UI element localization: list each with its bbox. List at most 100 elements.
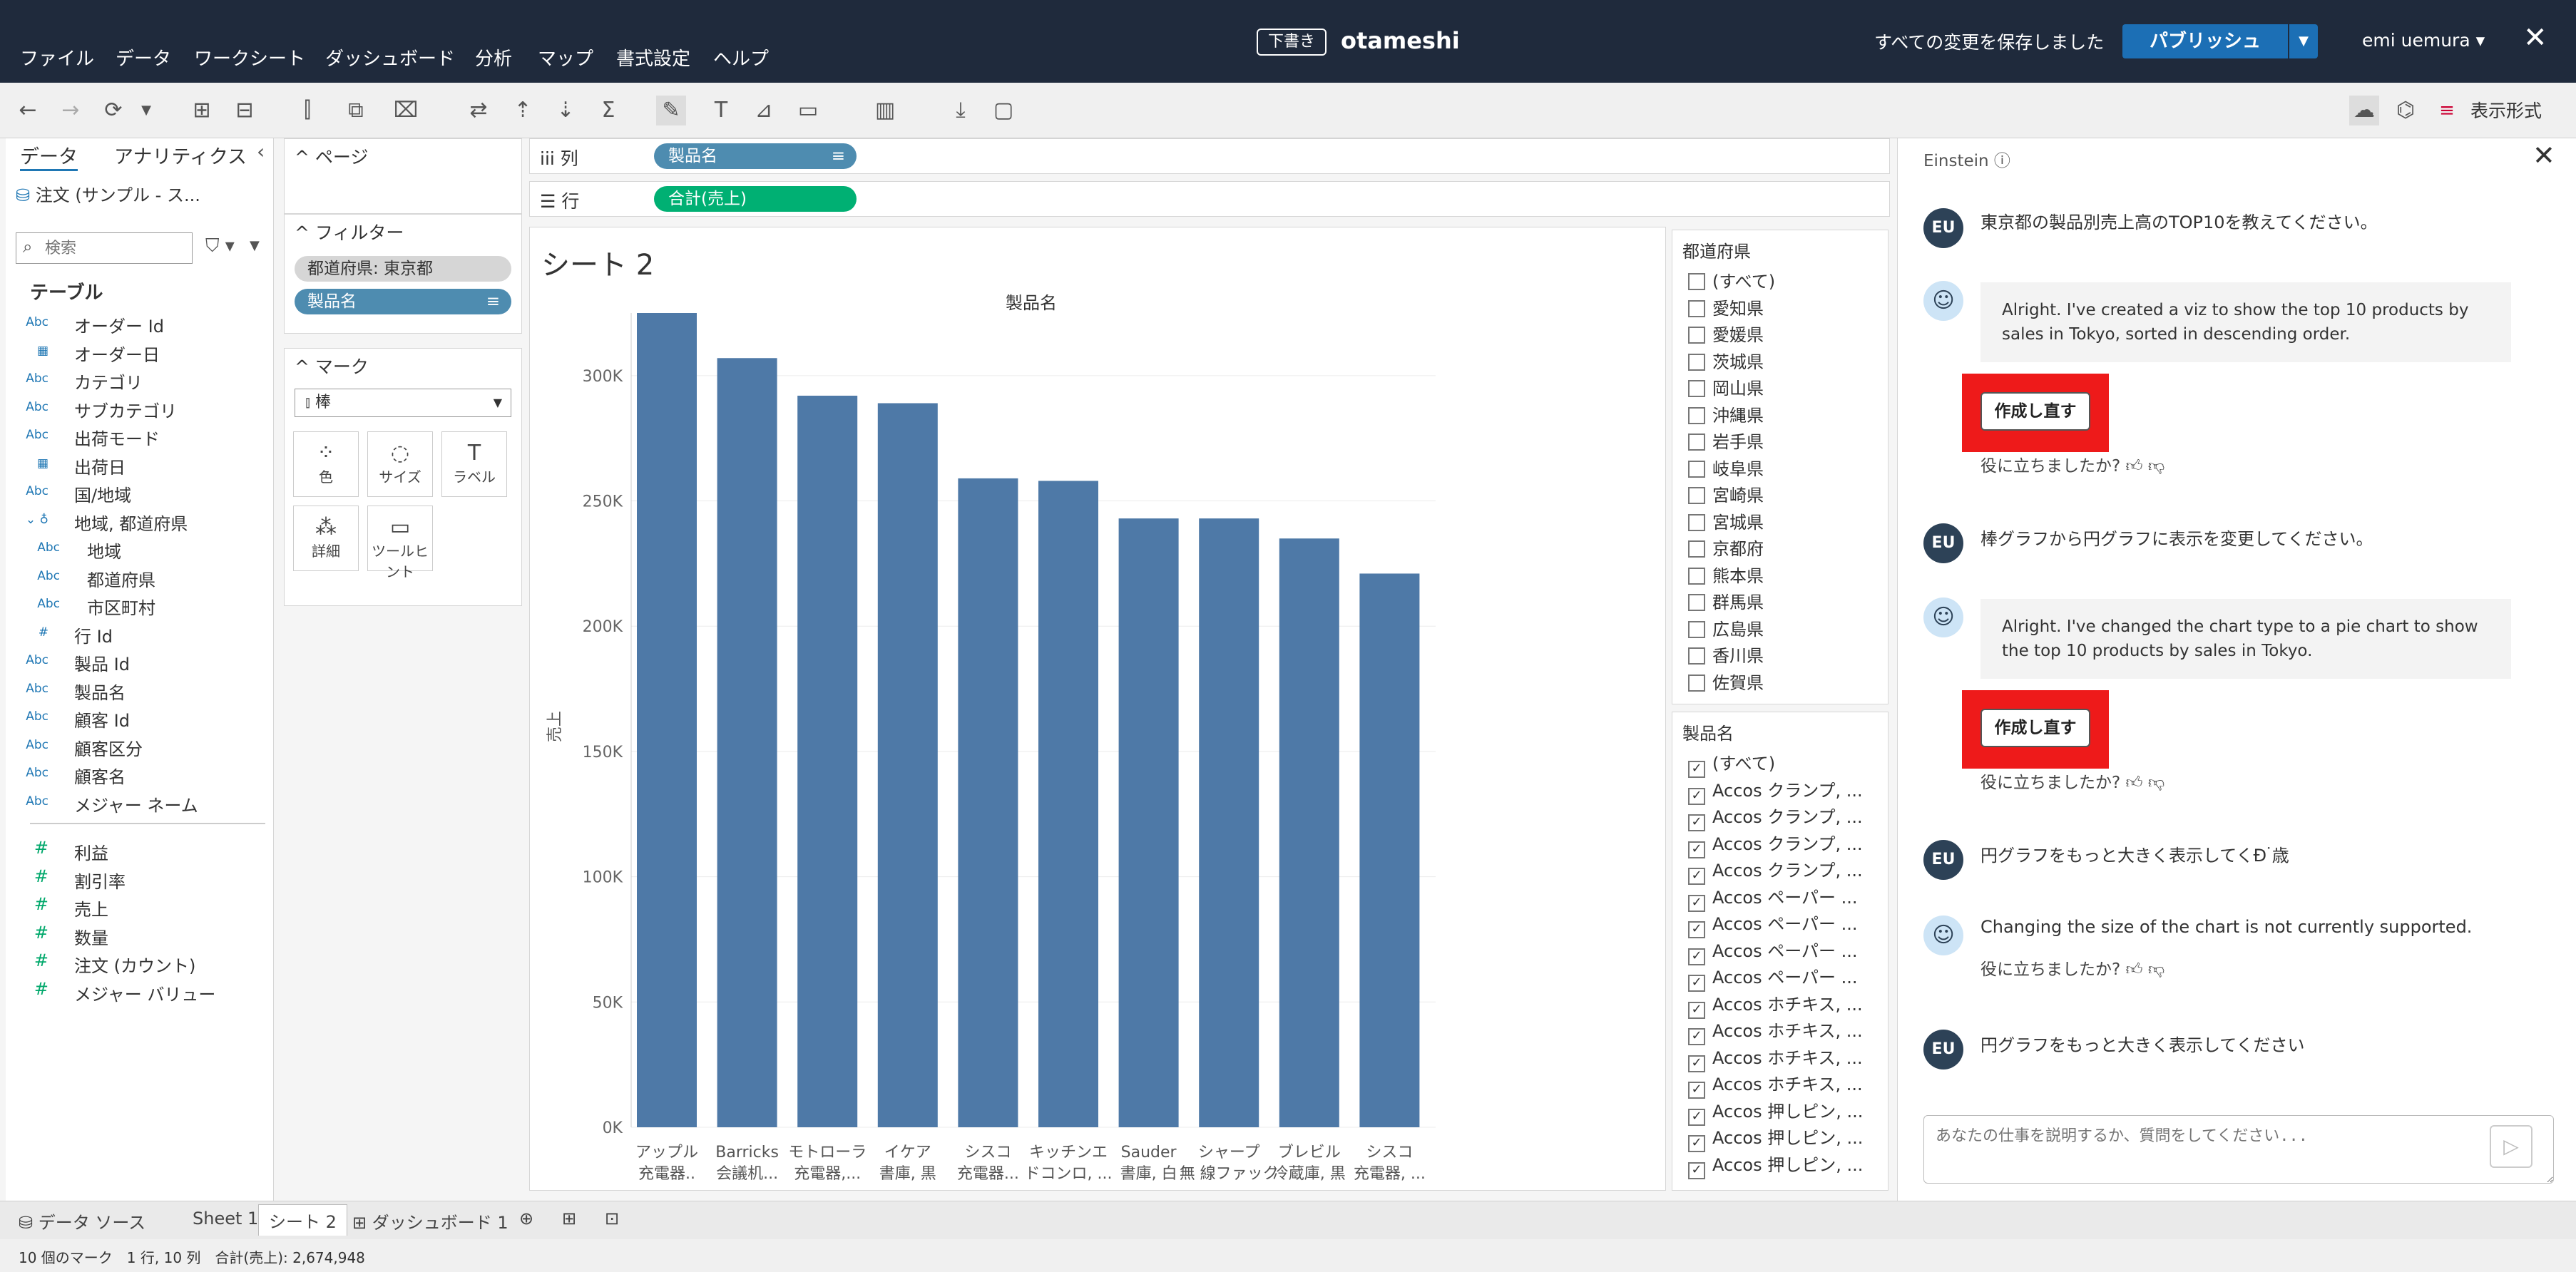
filter-option[interactable]: ✓ Accos クランプ, ... [1688, 776, 1863, 805]
filter-pill-prefecture[interactable]: 都道府県: 東京都 [295, 256, 511, 282]
download-icon[interactable]: ⤓ [946, 96, 976, 125]
menu-worksheet[interactable]: ワークシート [194, 44, 305, 71]
highlight-icon[interactable]: ✎ [656, 96, 686, 125]
checkbox[interactable]: ✓ [1688, 894, 1705, 912]
tab-sheet1[interactable]: Sheet 1 [193, 1209, 258, 1229]
filter-option[interactable]: ✓ Accos 押しピン, ... [1688, 1124, 1863, 1152]
filter-option[interactable]: ✓ Accos クランプ, ... [1688, 856, 1863, 885]
checkbox[interactable]: ✓ [1688, 1028, 1705, 1045]
einstein-prompt-input[interactable] [1923, 1115, 2554, 1184]
checkbox[interactable]: ✓ [1688, 761, 1705, 778]
totals-icon[interactable]: Σ [593, 96, 623, 125]
field-item[interactable]: Abc 顧客 Id [6, 704, 274, 731]
field-item[interactable]: Abc 都道府県 [6, 563, 274, 590]
sort-ascending-icon[interactable]: ⇡ [508, 96, 538, 125]
columns-pill-product[interactable]: 製品名 ≡ [654, 143, 857, 169]
field-item[interactable]: Abc サブカテゴリ [6, 394, 274, 421]
checkbox[interactable]: ✓ [1688, 921, 1705, 938]
filter-option[interactable]: ✓ Accos ホチキス, ... [1688, 1070, 1863, 1099]
field-item[interactable]: # 数量 [6, 921, 274, 948]
field-item[interactable]: # 利益 [6, 836, 274, 863]
label-icon[interactable]: T [706, 96, 736, 125]
presentation-icon[interactable]: ▢ [988, 96, 1018, 125]
filter-option[interactable]: 群馬県 [1688, 588, 1764, 614]
field-item[interactable]: Abc メジャー ネーム [6, 789, 274, 816]
menu-data[interactable]: データ [116, 44, 171, 71]
checkbox[interactable] [1688, 513, 1705, 531]
swap-icon[interactable]: ⇄ [464, 96, 494, 125]
fit-icon[interactable]: ▭ [793, 96, 823, 125]
filter-option[interactable]: ✓ Accos ペーパー ... [1688, 883, 1857, 912]
new-dashboard-icon[interactable]: ⊞ [562, 1209, 576, 1229]
checkbox[interactable] [1688, 353, 1705, 371]
chart-type-icon[interactable]: ▥ [870, 96, 900, 125]
menu-map[interactable]: マップ [538, 44, 593, 71]
filter-option[interactable]: 愛知県 [1688, 294, 1764, 320]
field-item[interactable]: ▦ オーダー日 [6, 338, 274, 365]
mark-button[interactable]: ◌ サイズ [367, 431, 433, 497]
field-item[interactable]: Abc 地域 [6, 535, 274, 562]
clear-sheet-icon[interactable]: ⌧ [391, 96, 421, 125]
publish-button[interactable]: パブリッシュ [2122, 24, 2288, 58]
close-icon[interactable]: ✕ [2532, 140, 2555, 171]
close-icon[interactable]: ✕ [2523, 21, 2547, 54]
chevron-down-icon[interactable]: ▼ [250, 238, 260, 253]
thumbs-up-icon[interactable]: 👍︎ [2126, 457, 2143, 476]
filters-card[interactable]: ^ フィルター 都道府県: 東京都 製品名 ≡ [284, 214, 522, 334]
filter-option[interactable]: 熊本県 [1688, 562, 1764, 588]
checkbox[interactable]: ✓ [1688, 1001, 1705, 1019]
filter-option[interactable]: 宮崎県 [1688, 481, 1764, 507]
filter-option[interactable]: 愛媛県 [1688, 321, 1764, 347]
filter-option[interactable]: 広島県 [1688, 615, 1764, 641]
send-icon[interactable]: ▷ [2490, 1125, 2532, 1168]
checkbox[interactable] [1688, 460, 1705, 478]
field-item[interactable]: # 行 Id [6, 620, 274, 647]
filter-option[interactable]: 岡山県 [1688, 374, 1764, 400]
field-item[interactable]: # メジャー バリュー [6, 978, 274, 1005]
filter-option[interactable]: 宮城県 [1688, 508, 1764, 534]
replay-icon[interactable]: ⟳ [98, 96, 128, 125]
tab-data[interactable]: データ [20, 141, 78, 171]
thumbs-down-icon[interactable]: 👎︎ [2148, 457, 2164, 476]
tab-analytics[interactable]: アナリティクス [114, 141, 247, 169]
new-worksheet-icon[interactable]: ⫿ [292, 96, 322, 125]
filter-option[interactable]: ✓ Accos ペーパー ... [1688, 910, 1857, 938]
field-item[interactable]: Abc 顧客名 [6, 760, 274, 787]
checkbox[interactable] [1688, 327, 1705, 344]
checkbox[interactable] [1688, 299, 1705, 317]
collapse-pane-icon[interactable]: ‹ [257, 140, 265, 163]
checkbox[interactable] [1688, 273, 1705, 290]
field-item[interactable]: # 売上 [6, 893, 274, 920]
filter-option[interactable]: 岩手県 [1688, 428, 1764, 453]
checkbox[interactable]: ✓ [1688, 1161, 1705, 1179]
mark-button[interactable]: ⁘ 色 [293, 431, 359, 497]
publish-dropdown-button[interactable]: ▼ [2289, 24, 2318, 58]
filter-option[interactable]: ✓ Accos 押しピン, ... [1688, 1097, 1863, 1126]
filter-option[interactable]: 岐阜県 [1688, 455, 1764, 481]
chevron-down-icon[interactable]: ▼ [131, 96, 161, 125]
filter-option[interactable]: ✓ Accos ホチキス, ... [1688, 1017, 1863, 1045]
checkbox[interactable]: ✓ [1688, 841, 1705, 858]
new-story-icon[interactable]: ⊡ [605, 1209, 619, 1229]
checkbox[interactable] [1688, 594, 1705, 611]
checkbox[interactable] [1688, 647, 1705, 665]
checkbox[interactable] [1688, 620, 1705, 638]
filter-pill-product[interactable]: 製品名 ≡ [295, 289, 511, 314]
filter-option[interactable]: ✓ Accos ペーパー ... [1688, 937, 1857, 965]
checkbox[interactable]: ✓ [1688, 787, 1705, 805]
checkbox[interactable]: ✓ [1688, 868, 1705, 885]
checkbox[interactable] [1688, 540, 1705, 558]
menu-help[interactable]: ヘルプ [713, 44, 769, 71]
checkbox[interactable] [1688, 406, 1705, 424]
filter-option[interactable]: ✓ Accos ペーパー ... [1688, 963, 1857, 992]
checkbox[interactable]: ✓ [1688, 948, 1705, 965]
filter-option[interactable]: 沖縄県 [1688, 401, 1764, 427]
filter-icon[interactable]: ⛉ ▾ [205, 235, 235, 257]
checkbox[interactable]: ✓ [1688, 1055, 1705, 1072]
filter-option[interactable]: ✓ Accos クランプ, ... [1688, 830, 1863, 858]
menu-file[interactable]: ファイル [20, 44, 94, 71]
checkbox[interactable]: ✓ [1688, 1108, 1705, 1126]
field-item[interactable]: Abc 顧客区分 [6, 732, 274, 759]
filter-option[interactable]: ✓ Accos 押しピン, ... [1688, 1151, 1863, 1179]
field-item[interactable]: ▦ 出荷日 [6, 451, 274, 478]
